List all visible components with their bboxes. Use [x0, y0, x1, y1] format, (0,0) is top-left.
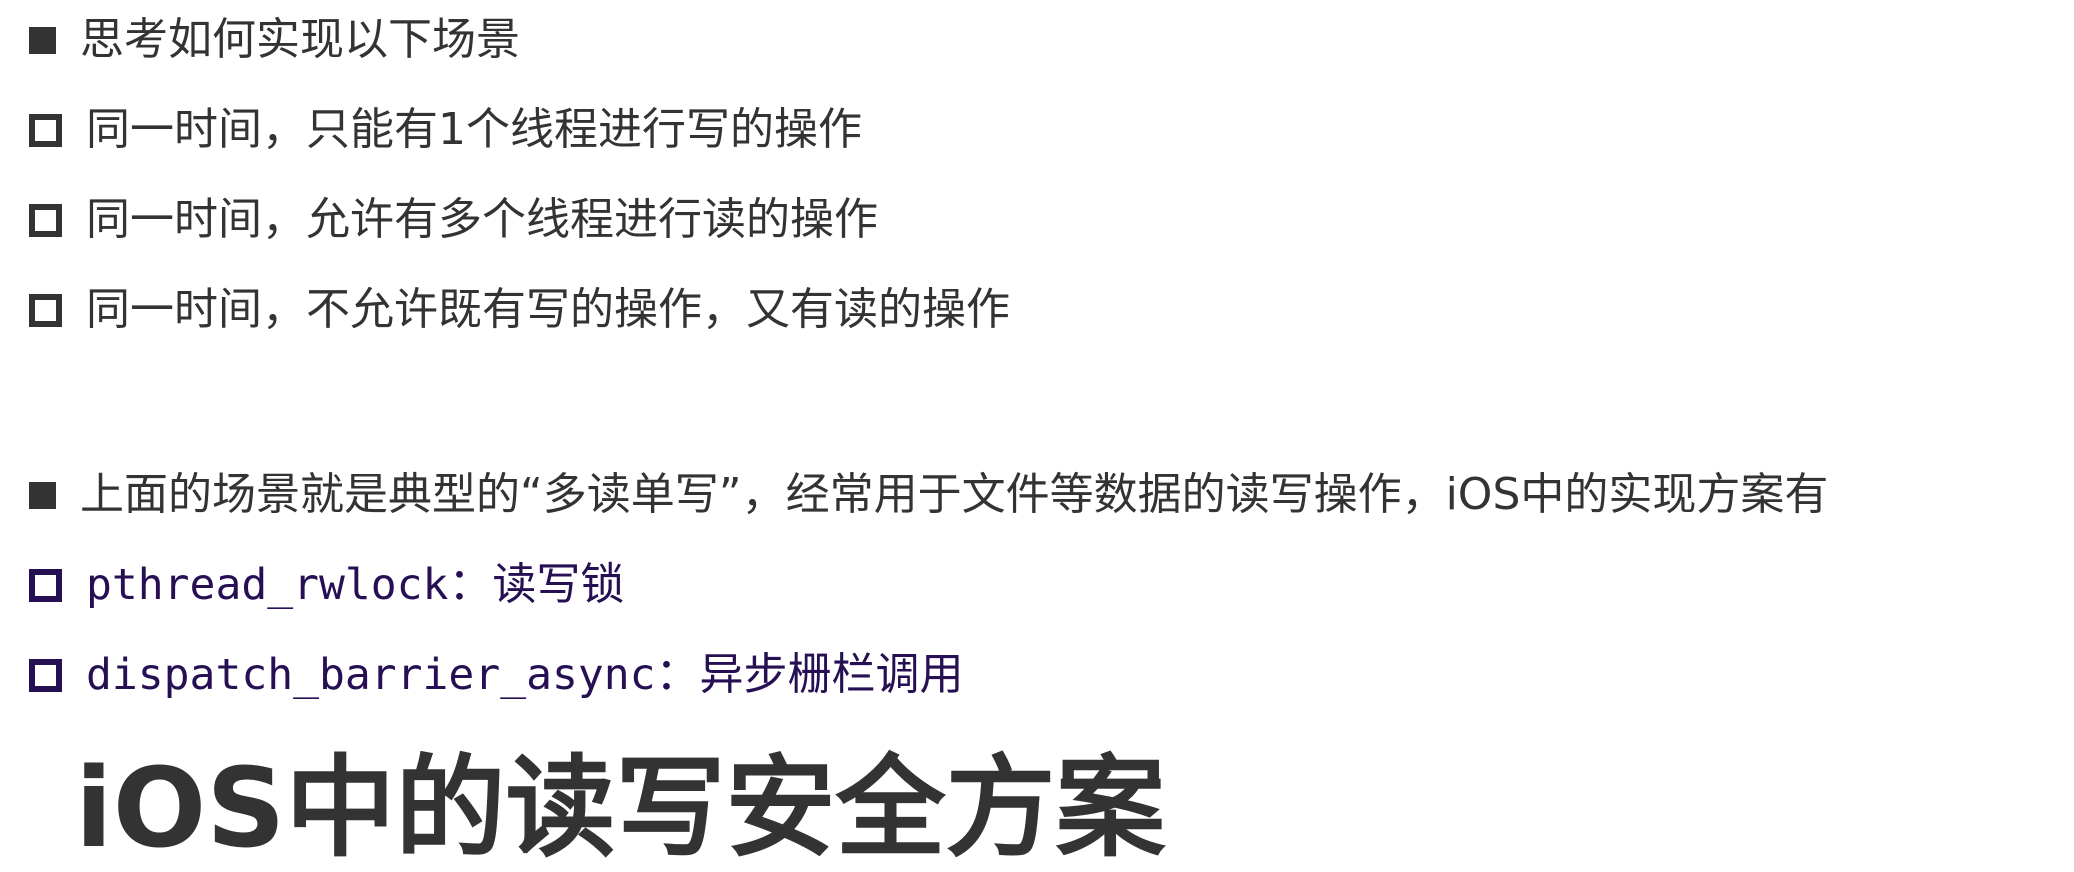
hollow-square-bullet-icon — [29, 113, 62, 147]
page-title: iOS中的读写安全方案 — [75, 744, 1166, 872]
scenario-item-line: 同一时间，只能有1个线程进行写的操作 — [29, 100, 862, 160]
solution-item-line: dispatch_barrier_async ：异步栅栏调用 — [29, 645, 964, 705]
solution-description: ：读写锁 — [448, 559, 625, 610]
hollow-square-bullet-icon — [29, 568, 62, 602]
scenario-heading-line: 思考如何实现以下场景 — [29, 10, 520, 70]
scenario-item: 同一时间，允许有多个线程进行读的操作 — [86, 194, 878, 245]
hollow-square-bullet-icon — [29, 658, 62, 692]
scenario-item: 同一时间，只能有1个线程进行写的操作 — [86, 104, 862, 155]
scenario-item: 同一时间，不允许既有写的操作，又有读的操作 — [86, 284, 1010, 335]
solution-code: dispatch_barrier_async — [86, 650, 656, 700]
solution-code: pthread_rwlock — [86, 560, 449, 610]
solution-item-line: pthread_rwlock ：读写锁 — [29, 555, 624, 615]
solution-description: ：异步栅栏调用 — [655, 649, 964, 700]
scenario-item-line: 同一时间，不允许既有写的操作，又有读的操作 — [29, 280, 1010, 340]
solution-heading-line: 上面的场景就是典型的“多读单写”，经常用于文件等数据的读写操作，iOS中的实现方… — [29, 465, 1828, 525]
filled-square-bullet-icon — [29, 481, 56, 509]
solution-heading: 上面的场景就是典型的“多读单写”，经常用于文件等数据的读写操作，iOS中的实现方… — [80, 469, 1829, 520]
filled-square-bullet-icon — [29, 26, 56, 54]
scenario-heading: 思考如何实现以下场景 — [80, 14, 520, 65]
hollow-square-bullet-icon — [29, 293, 62, 327]
hollow-square-bullet-icon — [29, 203, 62, 237]
scenario-item-line: 同一时间，允许有多个线程进行读的操作 — [29, 190, 878, 250]
